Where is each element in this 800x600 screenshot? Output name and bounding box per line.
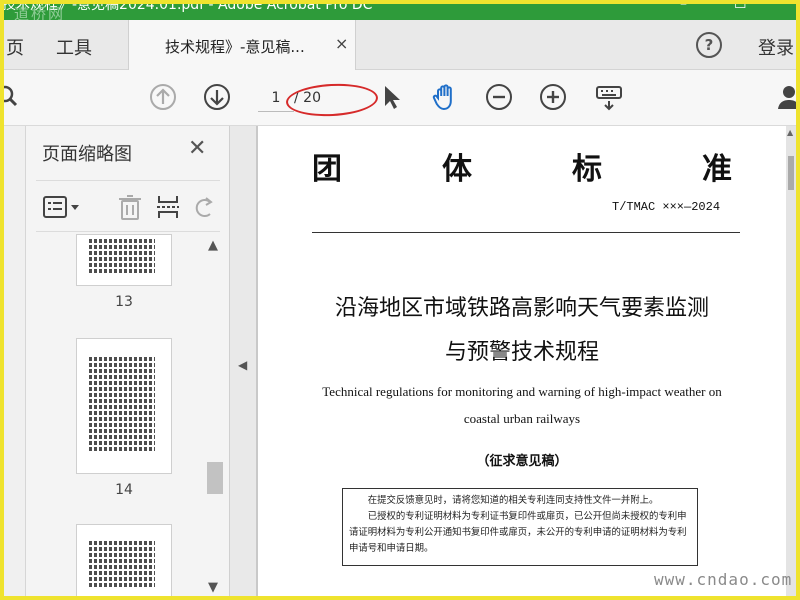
tab-bar: 页 工具 技术规程》-意见稿... × ? 登录 [4, 20, 796, 70]
notice-paragraph-1: 在提交反馈意见时，请将您知道的相关专利连同支持性文件一并附上。 [367, 495, 659, 506]
tab-tools[interactable]: 工具 [56, 34, 92, 60]
scroll-up-arrow-icon[interactable]: ▲ [208, 238, 218, 253]
options-menu-icon[interactable] [42, 193, 82, 221]
notice-paragraph-2: 已授权的专利证明材料为专利证书复印件或扉页，已公开但尚未授权的专利申请证明材料为… [349, 511, 687, 554]
title-bar: 技术规程》-意见稿2024.01.pdf - Adobe Acrobat Pro… [0, 0, 800, 20]
select-arrow-icon[interactable] [376, 82, 406, 112]
toolbar: 1 / 20 [0, 70, 800, 126]
document-scrollbar[interactable]: ▲ [786, 126, 796, 596]
thumbnail-label: 13 [115, 294, 133, 310]
draft-label: （征求意见稿） [476, 454, 568, 469]
zoom-in-icon[interactable] [538, 82, 568, 112]
maximize-button[interactable]: ☐ [734, 0, 747, 12]
hand-tool-icon[interactable] [430, 82, 460, 112]
delete-page-icon[interactable] [116, 193, 144, 221]
document-tab[interactable]: 技术规程》-意见稿... × [128, 20, 356, 70]
thumbnail-panel: 页面缩略图 ✕ 13 14 ▲ ▼ [26, 126, 230, 596]
standard-title-char: 标 [572, 152, 602, 187]
scroll-up-arrow-icon[interactable]: ▲ [787, 128, 793, 137]
standard-code: T/TMAC ×××—2024 [612, 200, 721, 214]
document-viewer: 团 体 标 准 T/TMAC ×××—2024 沿海地区市域铁路高影响天气要素监… [256, 126, 796, 596]
chinese-title-line-2: 与预警技术规程 [444, 340, 599, 365]
page-down-icon[interactable] [202, 82, 232, 112]
keyboard-icon[interactable] [594, 82, 624, 112]
pdf-page: 团 体 标 准 T/TMAC ×××—2024 沿海地区市域铁路高影响天气要素监… [258, 126, 786, 596]
page-thumbnail[interactable] [76, 234, 172, 286]
login-button[interactable]: 登录 [758, 34, 794, 60]
rotate-page-icon[interactable] [190, 193, 218, 221]
chinese-title-line-1: 沿海地区市域铁路高影响天气要素监测 [334, 296, 709, 321]
scroll-down-arrow-icon[interactable]: ▼ [208, 580, 218, 595]
tab-home[interactable]: 页 [6, 34, 24, 60]
site-watermark-top: 道桥网 [14, 5, 66, 20]
minimize-button[interactable]: – [680, 0, 687, 12]
page-thumbnail[interactable] [76, 524, 172, 596]
thumbnail-panel-title: 页面缩略图 [42, 144, 132, 165]
english-title-line-1: Technical regulations for monitoring and… [322, 384, 722, 399]
close-panel-icon[interactable]: ✕ [188, 136, 206, 161]
standard-title-char: 体 [442, 152, 472, 187]
search-icon[interactable] [0, 82, 24, 112]
patent-notice-box: 在提交反馈意见时，请将您知道的相关专利连同支持性文件一并附上。 已授权的专利证明… [342, 488, 698, 566]
header-rule [312, 232, 740, 233]
close-tab-icon[interactable]: × [335, 34, 348, 53]
scrollbar-thumb[interactable] [207, 462, 223, 494]
thumbnail-toolbar [36, 180, 220, 232]
document-tab-label: 技术规程》-意见稿... [165, 38, 305, 56]
zoom-out-icon[interactable] [484, 82, 514, 112]
help-icon[interactable]: ? [696, 32, 722, 58]
page-thumbnail[interactable] [76, 338, 172, 474]
standard-title-char: 准 [702, 152, 732, 187]
scrollbar-thumb[interactable] [788, 156, 794, 190]
standard-title-char: 团 [312, 152, 342, 187]
insert-page-icon[interactable] [154, 193, 182, 221]
english-title-line-2: coastal urban railways [463, 411, 581, 426]
user-icon[interactable] [774, 82, 800, 112]
panel-splitter[interactable]: ◀ [230, 126, 256, 596]
site-watermark-bottom: www.cndao.com [654, 570, 793, 589]
navigation-strip [4, 126, 26, 596]
thumbnail-scrollbar[interactable]: ▲ ▼ [204, 238, 226, 595]
collapse-panel-icon[interactable]: ◀ [238, 358, 247, 372]
thumbnail-label: 14 [115, 482, 133, 498]
page-up-icon[interactable] [148, 82, 178, 112]
